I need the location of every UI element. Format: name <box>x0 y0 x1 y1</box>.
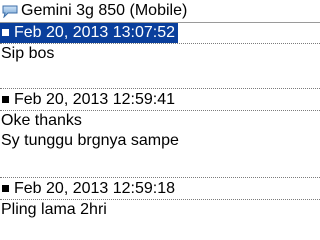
message-item[interactable]: Feb 20, 2013 12:59:41 Oke thanks Sy tung… <box>0 89 320 178</box>
bullet-icon <box>2 96 9 103</box>
message-body: Sip bos <box>0 44 320 64</box>
message-timestamp-row[interactable]: Feb 20, 2013 12:59:41 <box>0 89 320 111</box>
message-text: Sip bos <box>1 45 55 62</box>
message-body: Oke thanks Sy tunggu brgnya sampe <box>0 111 320 151</box>
timestamp-wrap: Feb 20, 2013 12:59:41 <box>0 90 178 110</box>
timestamp-wrap: Feb 20, 2013 12:59:18 <box>0 179 178 199</box>
message-timestamp-row[interactable]: Feb 20, 2013 12:59:18 <box>0 178 320 200</box>
message-timestamp: Feb 20, 2013 12:59:41 <box>14 90 176 108</box>
message-timestamp-row[interactable]: Feb 20, 2013 13:07:52 <box>0 22 320 44</box>
message-body: Pling lama 2hri <box>0 200 320 220</box>
chat-icon <box>1 4 19 19</box>
message-text: Pling lama 2hri <box>1 201 107 218</box>
contact-title: Gemini 3g 850 (Mobile) <box>21 2 188 19</box>
message-item[interactable]: Feb 20, 2013 13:07:52 Sip bos <box>0 22 320 89</box>
bullet-icon <box>2 29 9 36</box>
conversation-header: Gemini 3g 850 (Mobile) <box>0 0 320 23</box>
message-timestamp: Feb 20, 2013 13:07:52 <box>14 23 176 41</box>
message-timestamp: Feb 20, 2013 12:59:18 <box>14 179 176 197</box>
message-list: Feb 20, 2013 13:07:52 Sip bos Feb 20, 20… <box>0 22 320 240</box>
selection-highlight: Feb 20, 2013 13:07:52 <box>0 22 179 43</box>
message-text: Oke thanks <box>1 112 82 129</box>
message-text: Sy tunggu brgnya sampe <box>1 132 179 149</box>
message-item[interactable]: Feb 20, 2013 12:59:18 Pling lama 2hri <box>0 178 320 240</box>
bullet-icon <box>2 185 9 192</box>
